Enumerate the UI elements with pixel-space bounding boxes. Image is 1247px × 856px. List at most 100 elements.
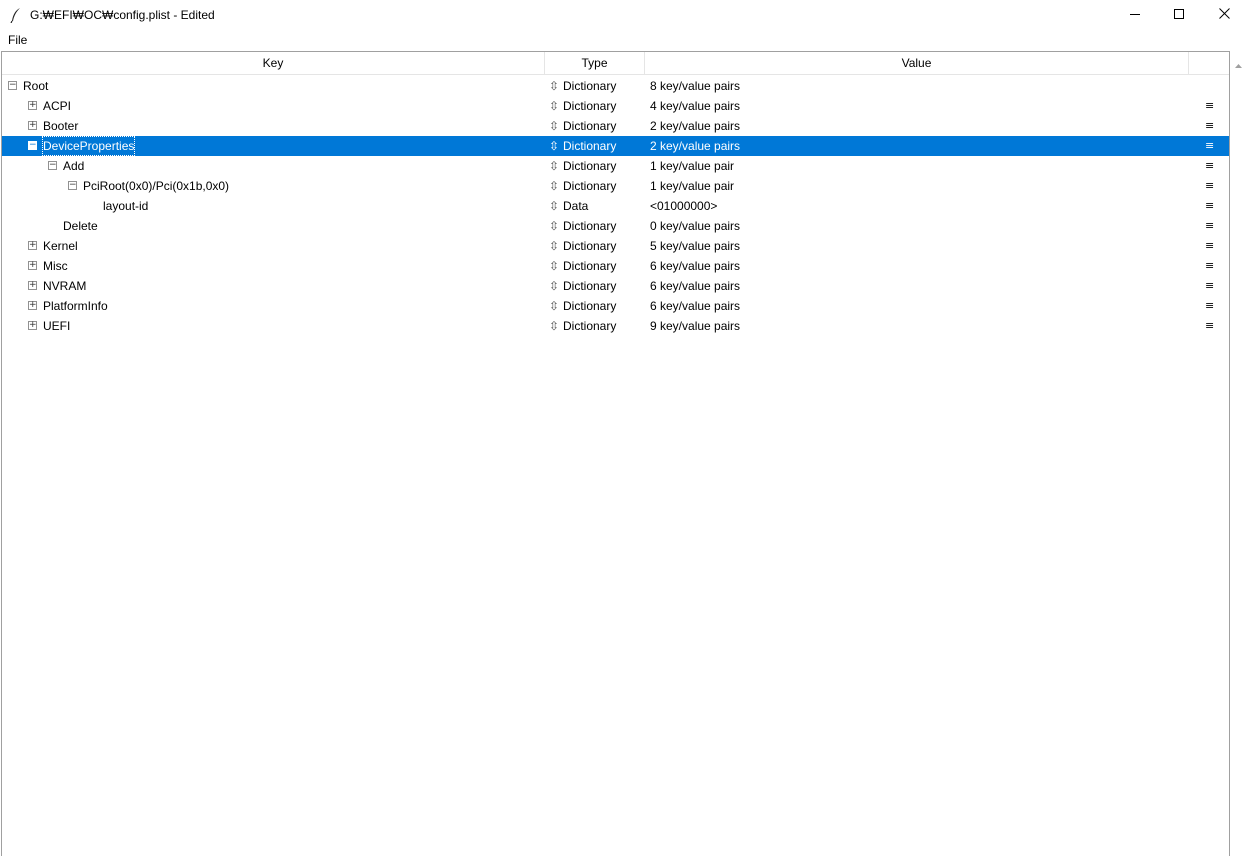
row-value[interactable]: <01000000> xyxy=(650,196,717,216)
row-value[interactable]: 2 key/value pairs xyxy=(650,116,740,136)
collapse-toggle-icon[interactable]: − xyxy=(8,81,17,90)
feather-icon xyxy=(10,7,22,24)
row-key: DeviceProperties xyxy=(42,136,136,156)
row-key: Add xyxy=(63,159,85,173)
type-sort-arrows-icon[interactable]: ⇳ xyxy=(549,316,559,336)
row-type[interactable]: Dictionary xyxy=(563,136,616,156)
type-sort-arrows-icon[interactable]: ⇳ xyxy=(549,96,559,116)
row-key: Booter xyxy=(43,119,79,133)
collapse-toggle-icon[interactable]: − xyxy=(48,161,57,170)
row-value[interactable]: 9 key/value pairs xyxy=(650,316,740,336)
expand-toggle-icon[interactable]: + xyxy=(28,101,37,110)
type-sort-arrows-icon[interactable]: ⇳ xyxy=(549,276,559,296)
scrollbar-track[interactable] xyxy=(1231,51,1247,856)
row-value[interactable]: 6 key/value pairs xyxy=(650,256,740,276)
tree-row[interactable]: + NVRAM ⇳ Dictionary 6 key/value pairs ≡ xyxy=(2,276,1229,296)
row-value[interactable]: 1 key/value pair xyxy=(650,156,734,176)
maximize-icon xyxy=(1174,8,1184,22)
row-menu-icon[interactable]: ≡ xyxy=(1205,216,1214,236)
tree-row[interactable]: layout-id ⇳ Data <01000000> ≡ xyxy=(2,196,1229,216)
tree-row[interactable]: − PciRoot(0x0)/Pci(0x1b,0x0) ⇳ Dictionary 1 … xyxy=(2,176,1229,196)
row-type[interactable]: Dictionary xyxy=(563,256,616,276)
row-key: Misc xyxy=(43,259,68,273)
row-key: UEFI xyxy=(43,319,71,333)
window-title: G:₩EFI₩OC₩config.plist - Edited xyxy=(30,8,215,22)
expand-toggle-icon[interactable]: + xyxy=(28,281,37,290)
row-type[interactable]: Dictionary xyxy=(563,276,616,296)
row-menu-icon[interactable]: ≡ xyxy=(1205,96,1214,116)
row-type[interactable]: Dictionary xyxy=(563,296,616,316)
row-value[interactable]: 1 key/value pair xyxy=(650,176,734,196)
row-menu-icon[interactable]: ≡ xyxy=(1205,276,1214,296)
type-sort-arrows-icon[interactable]: ⇳ xyxy=(549,196,559,216)
row-menu-icon[interactable]: ≡ xyxy=(1205,196,1214,216)
tree-row[interactable]: + PlatformInfo ⇳ Dictionary 6 key/value pair… xyxy=(2,296,1229,316)
row-key: Delete xyxy=(63,219,98,233)
column-header: Key Type Value xyxy=(2,52,1229,75)
type-sort-arrows-icon[interactable]: ⇳ xyxy=(549,116,559,136)
tree-row[interactable]: Delete ⇳ Dictionary 0 key/value pairs ≡ xyxy=(2,216,1229,236)
maximize-button[interactable] xyxy=(1156,0,1202,30)
row-value[interactable]: 6 key/value pairs xyxy=(650,276,740,296)
row-type[interactable]: Dictionary xyxy=(563,156,616,176)
row-key: PlatformInfo xyxy=(43,299,108,313)
menu-file[interactable]: File xyxy=(8,33,27,47)
tree-row[interactable]: − DeviceProperties ⇳ Dictionary 2 key/value … xyxy=(2,136,1229,156)
expand-toggle-icon[interactable]: + xyxy=(28,241,37,250)
row-menu-icon[interactable]: ≡ xyxy=(1205,156,1214,176)
type-sort-arrows-icon[interactable]: ⇳ xyxy=(549,76,559,96)
type-sort-arrows-icon[interactable]: ⇳ xyxy=(549,176,559,196)
type-sort-arrows-icon[interactable]: ⇳ xyxy=(549,296,559,316)
collapse-toggle-icon[interactable]: − xyxy=(68,181,77,190)
expand-toggle-icon[interactable]: + xyxy=(28,121,37,130)
row-key: PciRoot(0x0)/Pci(0x1b,0x0) xyxy=(83,179,230,193)
row-type[interactable]: Dictionary xyxy=(563,176,616,196)
row-type[interactable]: Dictionary xyxy=(563,76,616,96)
row-menu-icon[interactable]: ≡ xyxy=(1205,116,1214,136)
type-sort-arrows-icon[interactable]: ⇳ xyxy=(549,216,559,236)
row-menu-icon[interactable]: ≡ xyxy=(1205,136,1214,156)
row-value[interactable]: 5 key/value pairs xyxy=(650,236,740,256)
row-type[interactable]: Dictionary xyxy=(563,116,616,136)
row-value[interactable]: 0 key/value pairs xyxy=(650,216,740,236)
tree-row[interactable]: + UEFI ⇳ Dictionary 9 key/value pairs ≡ xyxy=(2,316,1229,336)
close-icon xyxy=(1218,8,1230,22)
type-sort-arrows-icon[interactable]: ⇳ xyxy=(549,156,559,176)
minimize-button[interactable] xyxy=(1112,0,1158,30)
tree-row[interactable]: + Misc ⇳ Dictionary 6 key/value pairs ≡ xyxy=(2,256,1229,276)
expand-toggle-icon[interactable]: + xyxy=(28,301,37,310)
tree-row[interactable]: + ACPI ⇳ Dictionary 4 key/value pairs ≡ xyxy=(2,96,1229,116)
row-menu-icon[interactable]: ≡ xyxy=(1205,256,1214,276)
row-menu-icon[interactable]: ≡ xyxy=(1205,176,1214,196)
tree-row[interactable]: + Booter ⇳ Dictionary 2 key/value pairs ≡ xyxy=(2,116,1229,136)
row-type[interactable]: Dictionary xyxy=(563,96,616,116)
row-value[interactable]: 4 key/value pairs xyxy=(650,96,740,116)
column-header-type[interactable]: Type xyxy=(545,52,645,74)
row-key: layout-id xyxy=(103,199,149,213)
type-sort-arrows-icon[interactable]: ⇳ xyxy=(549,256,559,276)
scroll-up-arrow-icon[interactable] xyxy=(1235,57,1242,71)
row-type[interactable]: Dictionary xyxy=(563,216,616,236)
row-key: Root xyxy=(23,79,49,93)
row-value[interactable]: 8 key/value pairs xyxy=(650,76,740,96)
row-type[interactable]: Dictionary xyxy=(563,316,616,336)
tree-row[interactable]: + Kernel ⇳ Dictionary 5 key/value pairs ≡ xyxy=(2,236,1229,256)
tree-row[interactable]: − Add ⇳ Dictionary 1 key/value pair ≡ xyxy=(2,156,1229,176)
column-header-key[interactable]: Key xyxy=(2,52,545,74)
type-sort-arrows-icon[interactable]: ⇳ xyxy=(549,136,559,156)
row-value[interactable]: 2 key/value pairs xyxy=(650,136,740,156)
tree-row[interactable]: − Root ⇳ Dictionary 8 key/value pairs xyxy=(2,76,1229,96)
collapse-toggle-icon[interactable]: − xyxy=(28,141,37,150)
expand-toggle-icon[interactable]: + xyxy=(28,321,37,330)
expand-toggle-icon[interactable]: + xyxy=(28,261,37,270)
row-type[interactable]: Dictionary xyxy=(563,236,616,256)
row-type[interactable]: Data xyxy=(563,196,588,216)
type-sort-arrows-icon[interactable]: ⇳ xyxy=(549,236,559,256)
row-menu-icon[interactable]: ≡ xyxy=(1205,296,1214,316)
close-button[interactable] xyxy=(1201,0,1247,30)
row-menu-icon[interactable]: ≡ xyxy=(1205,316,1214,336)
column-header-value[interactable]: Value xyxy=(645,52,1189,74)
row-value[interactable]: 6 key/value pairs xyxy=(650,296,740,316)
menu-bar: File xyxy=(0,30,1247,50)
row-menu-icon[interactable]: ≡ xyxy=(1205,236,1214,256)
